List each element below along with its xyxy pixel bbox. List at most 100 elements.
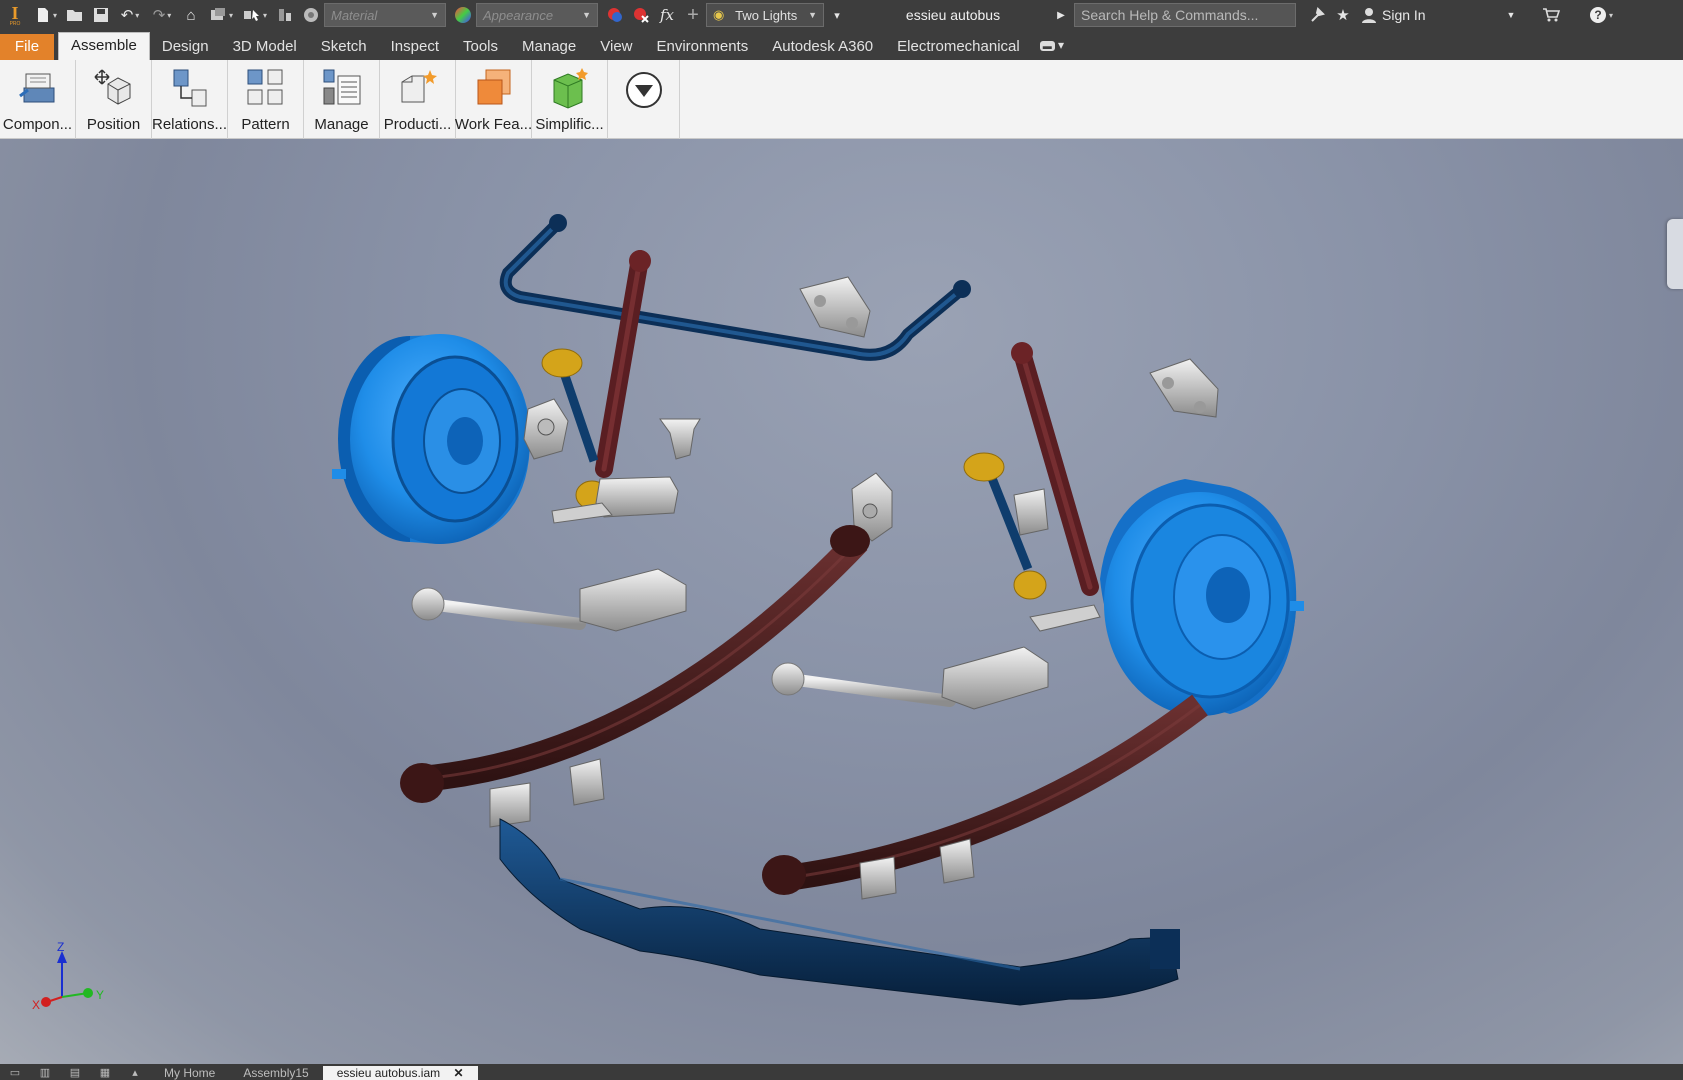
globe-icon[interactable]: [298, 0, 324, 30]
lighting-label: Two Lights: [735, 7, 798, 23]
update-icon[interactable]: ▾: [204, 0, 238, 30]
appearance-placeholder: Appearance: [483, 7, 554, 23]
tile-horizontal-icon[interactable]: ▭: [0, 1066, 30, 1080]
appearance-dropdown[interactable]: Appearance ▼: [476, 3, 598, 27]
tab-assemble[interactable]: Assemble: [58, 32, 150, 60]
work-features-icon: [477, 69, 510, 105]
productivity-label: Producti...: [383, 116, 452, 133]
home-icon[interactable]: ⌂: [178, 0, 204, 30]
color-icon[interactable]: [450, 0, 476, 30]
anti-roll-bar[interactable]: [499, 214, 971, 361]
save-icon[interactable]: [88, 0, 114, 30]
position-icon: [93, 69, 130, 105]
simplification-icon: [553, 68, 588, 109]
left-shock-absorber[interactable]: [595, 250, 651, 478]
plus-icon[interactable]: +: [680, 0, 706, 30]
right-tie-rod[interactable]: [771, 646, 1049, 710]
pattern-button[interactable]: Pattern: [228, 60, 304, 139]
component-label: Compon...: [2, 116, 73, 133]
search-input[interactable]: Search Help & Commands...: [1074, 3, 1296, 27]
tab-view[interactable]: View: [588, 34, 644, 60]
tile-vertical-icon[interactable]: ▥: [30, 1066, 60, 1080]
upper-bracket[interactable]: [659, 418, 701, 460]
relationships-icon: [173, 69, 206, 107]
graphics-viewport[interactable]: Z Y X: [0, 139, 1683, 1064]
close-icon[interactable]: ✕: [453, 1066, 463, 1080]
sign-in-link[interactable]: Sign In: [1382, 7, 1442, 23]
undo-icon[interactable]: ↶ ▾: [114, 0, 146, 30]
axle-beam[interactable]: [499, 818, 1180, 1006]
menu-icon[interactable]: ▴: [120, 1066, 150, 1080]
lights-icon: ◉: [713, 7, 725, 22]
manage-button[interactable]: Manage: [304, 60, 380, 139]
right-brake-drum[interactable]: [1100, 479, 1304, 716]
left-tie-rod[interactable]: [411, 568, 687, 632]
left-brake-drum[interactable]: [332, 334, 530, 544]
tab-electromechanical[interactable]: Electromechanical: [885, 34, 1032, 60]
left-spring-seat[interactable]: [551, 476, 679, 524]
viewcube[interactable]: [1667, 219, 1683, 289]
arrange-icon[interactable]: ▦: [90, 1066, 120, 1080]
y-axis-label: Y: [96, 988, 104, 1002]
spring-shackle-left[interactable]: [799, 276, 871, 338]
parameters-icon[interactable]: fx: [654, 0, 680, 30]
redo-icon[interactable]: ↷ ▾: [146, 0, 178, 30]
svg-text:?: ?: [1594, 8, 1601, 22]
pattern-icon: [247, 69, 282, 105]
right-leaf-spring[interactable]: [762, 694, 1208, 900]
component-button[interactable]: Compon...: [0, 60, 76, 139]
app-logo[interactable]: I PRO: [0, 0, 30, 30]
cart-icon[interactable]: [1538, 0, 1564, 30]
lighting-dropdown[interactable]: ◉ Two Lights ▼: [706, 3, 824, 27]
assembly-model[interactable]: [0, 139, 1683, 1064]
measure-icon[interactable]: [272, 0, 298, 30]
tab-3d-model[interactable]: 3D Model: [221, 34, 309, 60]
tab-manage[interactable]: Manage: [510, 34, 588, 60]
cascade-icon[interactable]: ▤: [60, 1066, 90, 1080]
document-tab-bar: ▭ ▥ ▤ ▦ ▴ My Home Assembly15 essieu auto…: [0, 1064, 1683, 1080]
productivity-icon: [401, 70, 437, 103]
ribbon-panel: Compon... Position Relations... Pattern: [0, 60, 1683, 139]
work-features-label: Work Fea...: [454, 116, 533, 133]
favorites-icon[interactable]: ★: [1330, 0, 1356, 30]
expand-icon[interactable]: ▶: [1048, 0, 1074, 30]
tab-inspect[interactable]: Inspect: [379, 34, 451, 60]
select-icon[interactable]: ▾: [238, 0, 272, 30]
material-dropdown[interactable]: Material ▼: [324, 3, 446, 27]
ribbon-display-toggle[interactable]: ▬ ▾: [1032, 34, 1072, 60]
manage-icon: [323, 69, 360, 105]
tab-tools[interactable]: Tools: [451, 34, 510, 60]
position-button[interactable]: Position: [76, 60, 152, 139]
tab-environments[interactable]: Environments: [645, 34, 761, 60]
material-placeholder: Material: [331, 7, 378, 23]
component-icon: [18, 73, 54, 103]
new-icon[interactable]: ▾: [30, 0, 62, 30]
tab-autodesk-a360[interactable]: Autodesk A360: [760, 34, 885, 60]
ribbon-tabs: File Assemble Design 3D Model Sketch Ins…: [0, 30, 1683, 60]
simplification-label: Simplific...: [535, 116, 604, 133]
tab-sketch[interactable]: Sketch: [309, 34, 379, 60]
user-icon[interactable]: [1356, 0, 1382, 30]
spring-shackle-right[interactable]: [1149, 358, 1219, 418]
sign-in-dropdown-icon[interactable]: ▼: [1498, 0, 1524, 30]
productivity-button[interactable]: Producti...: [380, 60, 456, 139]
left-steering-knuckle[interactable]: [523, 398, 569, 460]
simplification-button[interactable]: Simplific...: [532, 60, 608, 139]
doc-tab-essieu-autobus[interactable]: essieu autobus.iam ✕: [322, 1066, 478, 1080]
work-features-button[interactable]: Work Fea...: [454, 60, 533, 139]
doc-tab-assembly15[interactable]: Assembly15: [229, 1066, 322, 1080]
manage-label: Manage: [314, 116, 369, 133]
infocenter-icon[interactable]: [1304, 0, 1330, 30]
help-icon[interactable]: ? ▾: [1584, 0, 1618, 30]
relationships-button[interactable]: Relations...: [152, 60, 228, 139]
doc-tab-my-home[interactable]: My Home: [150, 1066, 229, 1080]
tab-design[interactable]: Design: [150, 34, 221, 60]
customize-qat-icon[interactable]: ▾: [824, 0, 850, 30]
document-title: essieu autobus: [905, 7, 1001, 23]
open-icon[interactable]: [62, 0, 88, 30]
tab-file[interactable]: File: [0, 34, 54, 60]
quick-access-toolbar: I PRO ▾ ↶ ▾ ↷ ▾ ⌂ ▾ ▾ Material ▼ Appearance ▼…: [0, 0, 1683, 30]
ribbon-expand-button[interactable]: [608, 60, 680, 139]
adjust-icon[interactable]: [602, 0, 628, 30]
clear-override-icon[interactable]: [628, 0, 654, 30]
